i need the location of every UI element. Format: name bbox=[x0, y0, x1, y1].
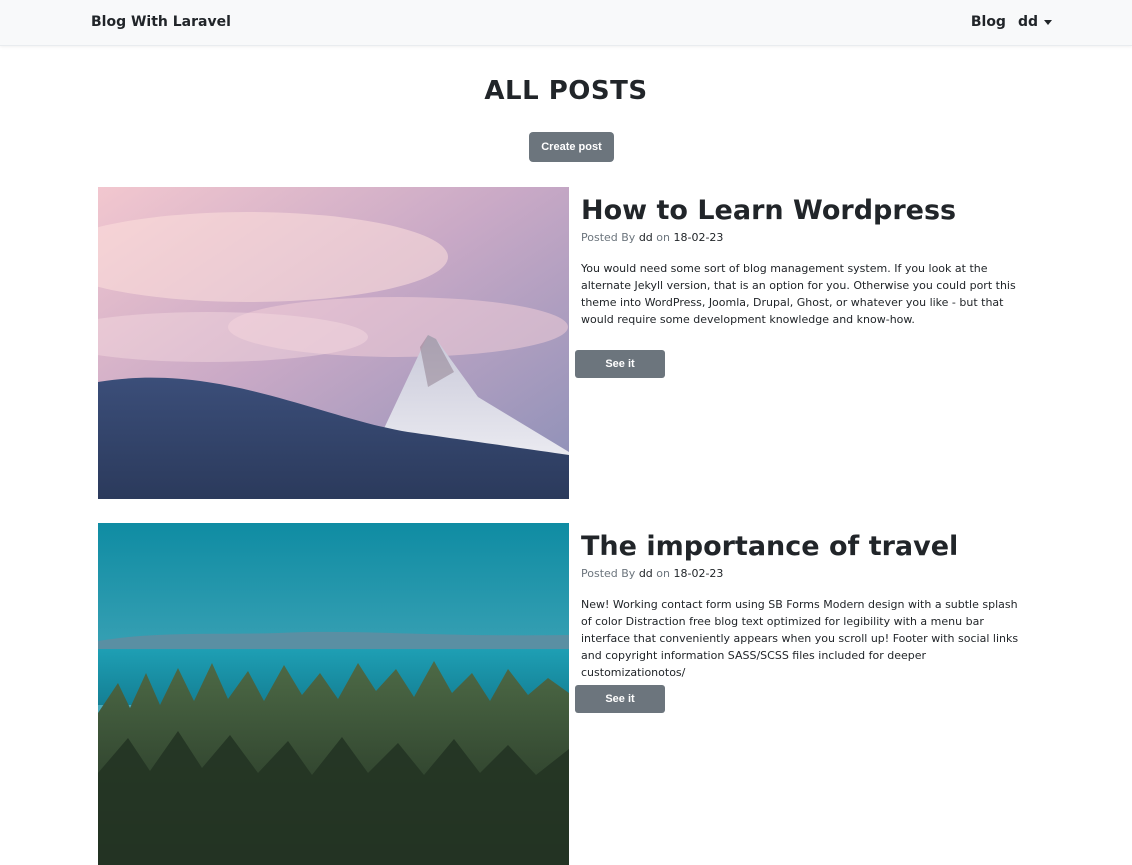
blog-nav-link[interactable]: Blog bbox=[971, 14, 1006, 30]
navbar: Blog With Laravel Blog dd bbox=[0, 0, 1132, 46]
mountain-snow-peak-image bbox=[98, 187, 569, 499]
on-label: on bbox=[656, 231, 670, 244]
see-post-button[interactable]: See it bbox=[575, 350, 665, 378]
caret-down-icon bbox=[1044, 20, 1052, 25]
post-excerpt: New! Working contact form using SB Forms… bbox=[581, 598, 1019, 679]
page-title: ALL POSTS bbox=[484, 76, 648, 106]
post-author: dd bbox=[638, 231, 653, 244]
post-date: 18-02-23 bbox=[673, 231, 724, 244]
post-excerpt: You would need some sort of blog managem… bbox=[581, 262, 1016, 326]
post-title[interactable]: The importance of travel bbox=[581, 531, 1038, 562]
nav-right: Blog dd bbox=[971, 14, 1052, 30]
post-card: The importance of travel Posted By dd on… bbox=[98, 523, 1038, 865]
forest-lake-image bbox=[98, 523, 569, 865]
on-label: on bbox=[656, 567, 670, 580]
post-meta: Posted By dd on 18-02-23 bbox=[581, 567, 1038, 580]
user-dropdown[interactable]: dd bbox=[1018, 14, 1052, 30]
post-body: The importance of travel Posted By dd on… bbox=[581, 523, 1038, 681]
post-meta: Posted By dd on 18-02-23 bbox=[581, 231, 1038, 244]
post-card: How to Learn Wordpress Posted By dd on 1… bbox=[98, 187, 1038, 499]
posted-by-label: Posted By bbox=[581, 231, 636, 244]
post-title[interactable]: How to Learn Wordpress bbox=[581, 195, 1038, 226]
brand-link[interactable]: Blog With Laravel bbox=[91, 14, 231, 30]
post-body: How to Learn Wordpress Posted By dd on 1… bbox=[581, 187, 1038, 328]
post-author: dd bbox=[638, 567, 653, 580]
posted-by-label: Posted By bbox=[581, 567, 636, 580]
create-post-button[interactable]: Create post bbox=[529, 132, 614, 162]
see-post-button[interactable]: See it bbox=[575, 685, 665, 713]
post-date: 18-02-23 bbox=[673, 567, 724, 580]
user-name: dd bbox=[1017, 14, 1038, 30]
